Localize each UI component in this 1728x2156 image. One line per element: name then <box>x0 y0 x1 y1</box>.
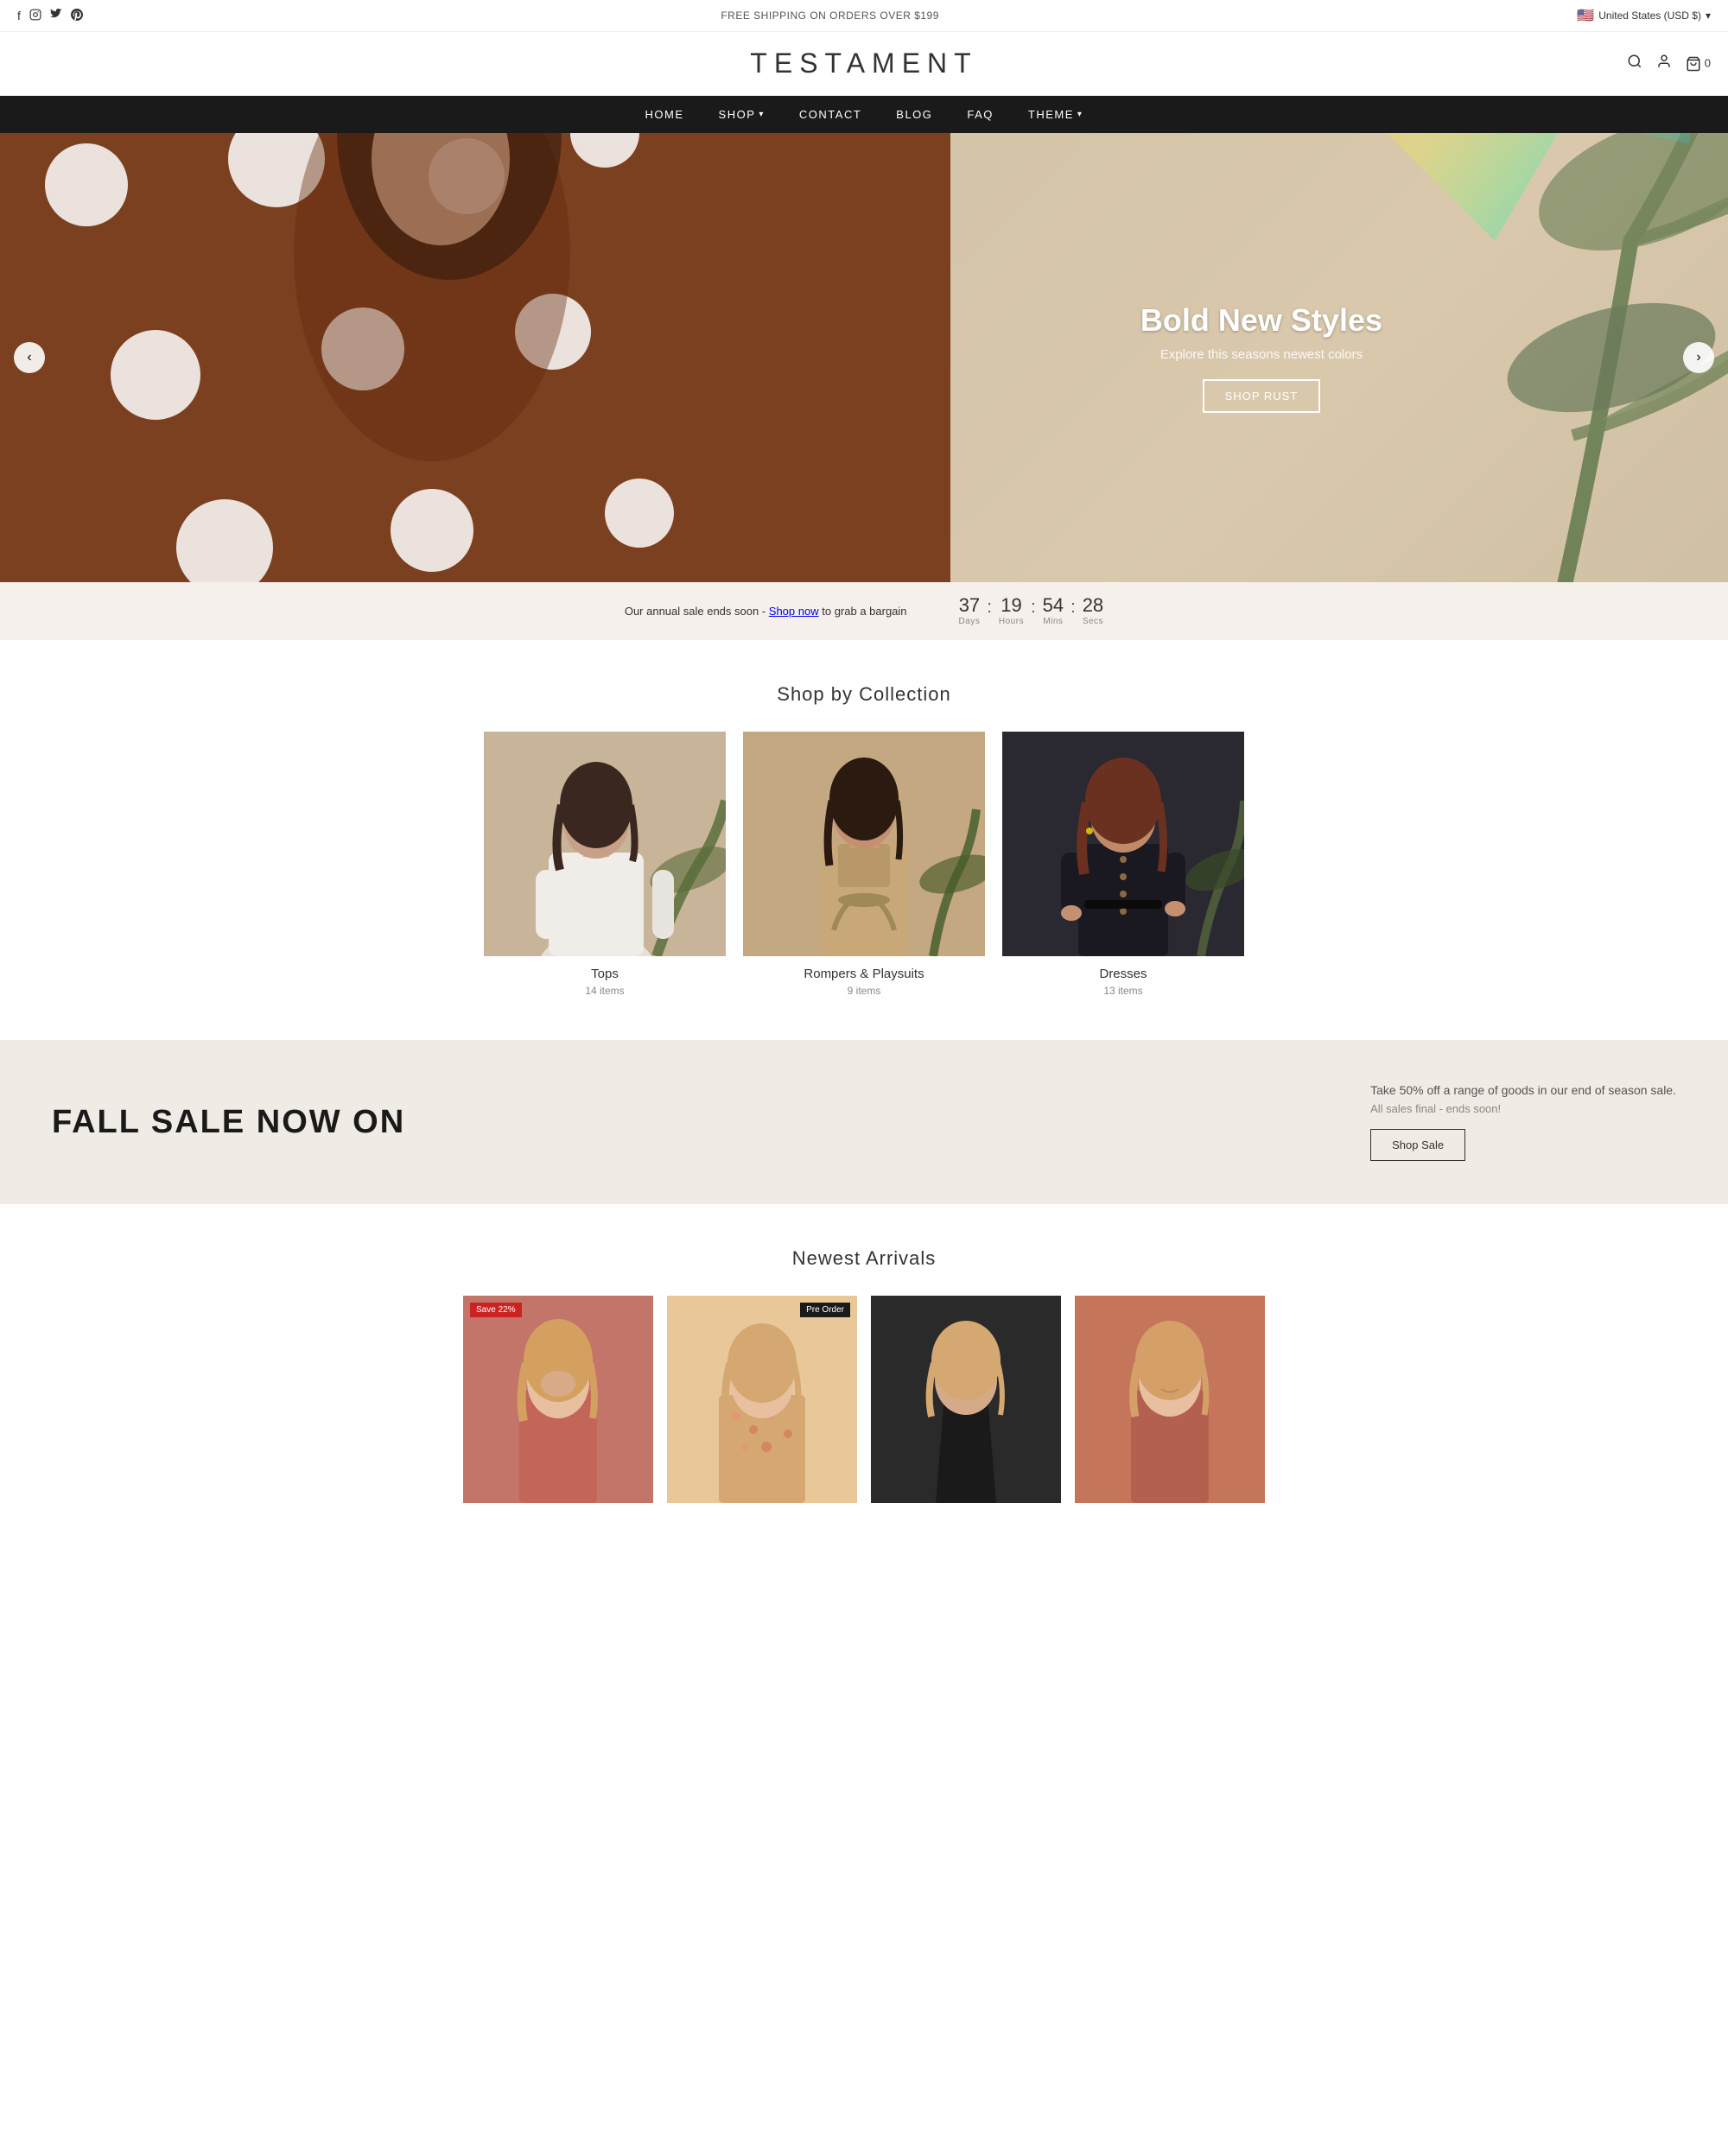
product-badge-1: Save 22% <box>470 1303 522 1317</box>
countdown-shop-link[interactable]: Shop now <box>769 605 819 618</box>
region-selector[interactable]: 🇺🇸 United States (USD $) ▾ <box>1577 7 1711 24</box>
sale-banner: FALL SALE NOW ON Take 50% off a range of… <box>0 1040 1728 1204</box>
main-nav: HOME SHOP ▾ CONTACT BLOG FAQ THEME ▾ <box>0 96 1728 133</box>
collection-tops-count: 14 items <box>484 985 726 997</box>
sale-description: Take 50% off a range of goods in our end… <box>1370 1083 1676 1097</box>
region-dropdown-icon: ▾ <box>1706 10 1711 22</box>
collection-tops-name: Tops <box>484 967 726 981</box>
collection-dresses-count: 13 items <box>1002 985 1244 997</box>
sale-title: FALL SALE NOW ON <box>52 1104 405 1141</box>
timer-hours: 19 Hours <box>999 596 1024 626</box>
product-image-1: Save 22% <box>463 1296 653 1503</box>
newest-title: Newest Arrivals <box>35 1247 1693 1270</box>
hero-next-button[interactable]: › <box>1683 342 1714 373</box>
hero-shop-button[interactable]: Shop Rust <box>1203 379 1321 413</box>
hero-content: Bold New Styles Explore this seasons new… <box>1140 302 1382 413</box>
product-image-4 <box>1075 1296 1265 1503</box>
nav-contact[interactable]: CONTACT <box>799 108 861 121</box>
timer-days: 37 Days <box>959 596 981 626</box>
hero-subtitle: Explore this seasons newest colors <box>1140 347 1382 362</box>
product-item-1[interactable]: Save 22% <box>463 1296 653 1503</box>
hero-prev-button[interactable]: ‹ <box>14 342 45 373</box>
timer-mins: 54 Mins <box>1043 596 1064 626</box>
logo[interactable]: TESTAMENT <box>750 48 977 79</box>
product-image-2: Pre Order <box>667 1296 857 1503</box>
countdown-bar: Our annual sale ends soon - Shop now to … <box>0 582 1728 640</box>
timer-secs: 28 Secs <box>1083 596 1103 626</box>
hero-section: Bold New Styles Explore this seasons new… <box>0 133 1728 582</box>
cart-icon[interactable]: 0 <box>1686 56 1711 72</box>
nav-blog[interactable]: BLOG <box>896 108 932 121</box>
nav-home[interactable]: HOME <box>645 108 684 121</box>
hero-title: Bold New Styles <box>1140 302 1382 339</box>
product-item-4[interactable] <box>1075 1296 1265 1503</box>
product-item-3[interactable] <box>871 1296 1061 1503</box>
cart-count-badge: 0 <box>1705 56 1711 69</box>
product-item-2[interactable]: Pre Order <box>667 1296 857 1503</box>
shipping-notice: FREE SHIPPING ON ORDERS OVER $199 <box>721 10 939 22</box>
newest-arrivals: Newest Arrivals Save 22% <box>0 1204 1728 1529</box>
hero-next-icon: › <box>1696 350 1700 365</box>
shop-dropdown-icon: ▾ <box>759 110 765 119</box>
timer-sep-2: : <box>1031 596 1036 618</box>
account-icon[interactable] <box>1656 54 1672 73</box>
product-grid: Save 22% <box>35 1296 1693 1503</box>
sale-shop-button[interactable]: Shop Sale <box>1370 1129 1465 1161</box>
collection-rompers-name: Rompers & Playsuits <box>743 967 985 981</box>
collection-item-tops[interactable]: Tops 14 items <box>484 732 726 997</box>
social-icons: f <box>17 9 83 23</box>
product-badge-2: Pre Order <box>800 1303 850 1317</box>
twitter-icon[interactable] <box>50 9 62 23</box>
header-icons: 0 <box>1627 54 1711 73</box>
countdown-timer: 37 Days : 19 Hours : 54 Mins : 28 Secs <box>959 596 1104 626</box>
collection-item-rompers[interactable]: Rompers & Playsuits 9 items <box>743 732 985 997</box>
nav-faq[interactable]: FAQ <box>967 108 994 121</box>
collection-item-dresses[interactable]: Dresses 13 items <box>1002 732 1244 997</box>
collection-dresses-name: Dresses <box>1002 967 1244 981</box>
collections-title: Shop by Collection <box>35 683 1693 706</box>
pinterest-icon[interactable] <box>71 9 83 23</box>
nav-theme[interactable]: THEME ▾ <box>1028 108 1083 121</box>
countdown-text: Our annual sale ends soon - Shop now to … <box>625 605 907 618</box>
region-label: United States (USD $) <box>1598 10 1701 22</box>
collections-section: Shop by Collection <box>0 640 1728 1040</box>
timer-sep-3: : <box>1070 596 1076 618</box>
hero-background <box>0 133 1728 582</box>
hero-model-area <box>0 133 1037 582</box>
sale-info: Take 50% off a range of goods in our end… <box>1370 1083 1676 1161</box>
facebook-icon[interactable]: f <box>17 9 21 22</box>
search-icon[interactable] <box>1627 54 1642 73</box>
flag-icon: 🇺🇸 <box>1577 7 1594 24</box>
header: TESTAMENT 0 <box>0 32 1728 96</box>
top-bar: f FREE SHIPPING ON ORDERS OVER $199 🇺🇸 U… <box>0 0 1728 32</box>
nav-shop[interactable]: SHOP ▾ <box>719 108 765 121</box>
timer-sep-1: : <box>987 596 992 618</box>
collection-rompers-count: 9 items <box>743 985 985 997</box>
theme-dropdown-icon: ▾ <box>1077 110 1083 119</box>
collection-grid: Tops 14 items <box>35 732 1693 997</box>
hero-prev-icon: ‹ <box>27 350 31 365</box>
instagram-icon[interactable] <box>29 9 41 23</box>
sale-sub: All sales final - ends soon! <box>1370 1102 1676 1115</box>
product-image-3 <box>871 1296 1061 1503</box>
